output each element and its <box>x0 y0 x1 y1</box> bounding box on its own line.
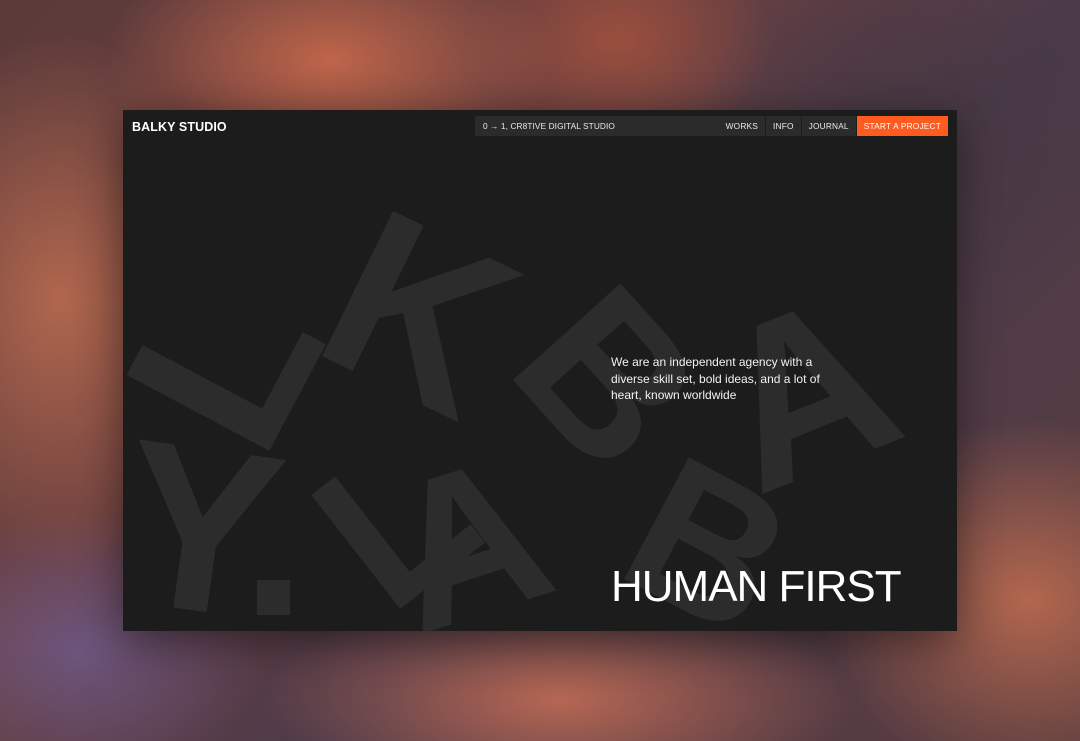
hero-headline: HUMAN FIRST <box>611 562 902 611</box>
nav-item-journal[interactable]: JOURNAL <box>801 116 856 136</box>
intro-text: We are an independent agency with a dive… <box>611 355 820 402</box>
main-nav: WORKS INFO JOURNAL START A PROJECT <box>716 116 948 136</box>
background-letter-art: Y . L K L A B A B <box>123 158 929 631</box>
bg-letter-a: A <box>359 408 576 631</box>
bg-letter-l: L <box>123 238 373 488</box>
bg-letter-l2: L <box>272 389 518 631</box>
website-window: Y . L K L A B A B BALKY STUDIO 0 → 1, CR… <box>123 110 957 631</box>
bg-letter-dot: . <box>241 402 306 631</box>
bg-letter-y: Y <box>123 388 297 631</box>
bg-letter-k: K <box>286 158 554 469</box>
nav-item-works[interactable]: WORKS <box>716 116 765 136</box>
brand-logo[interactable]: BALKY STUDIO <box>132 119 227 135</box>
start-project-button[interactable]: START A PROJECT <box>856 116 948 136</box>
tagline-bar: 0 → 1, CR8TIVE DIGITAL STUDIO <box>475 116 728 136</box>
nav-item-info[interactable]: INFO <box>766 116 801 136</box>
